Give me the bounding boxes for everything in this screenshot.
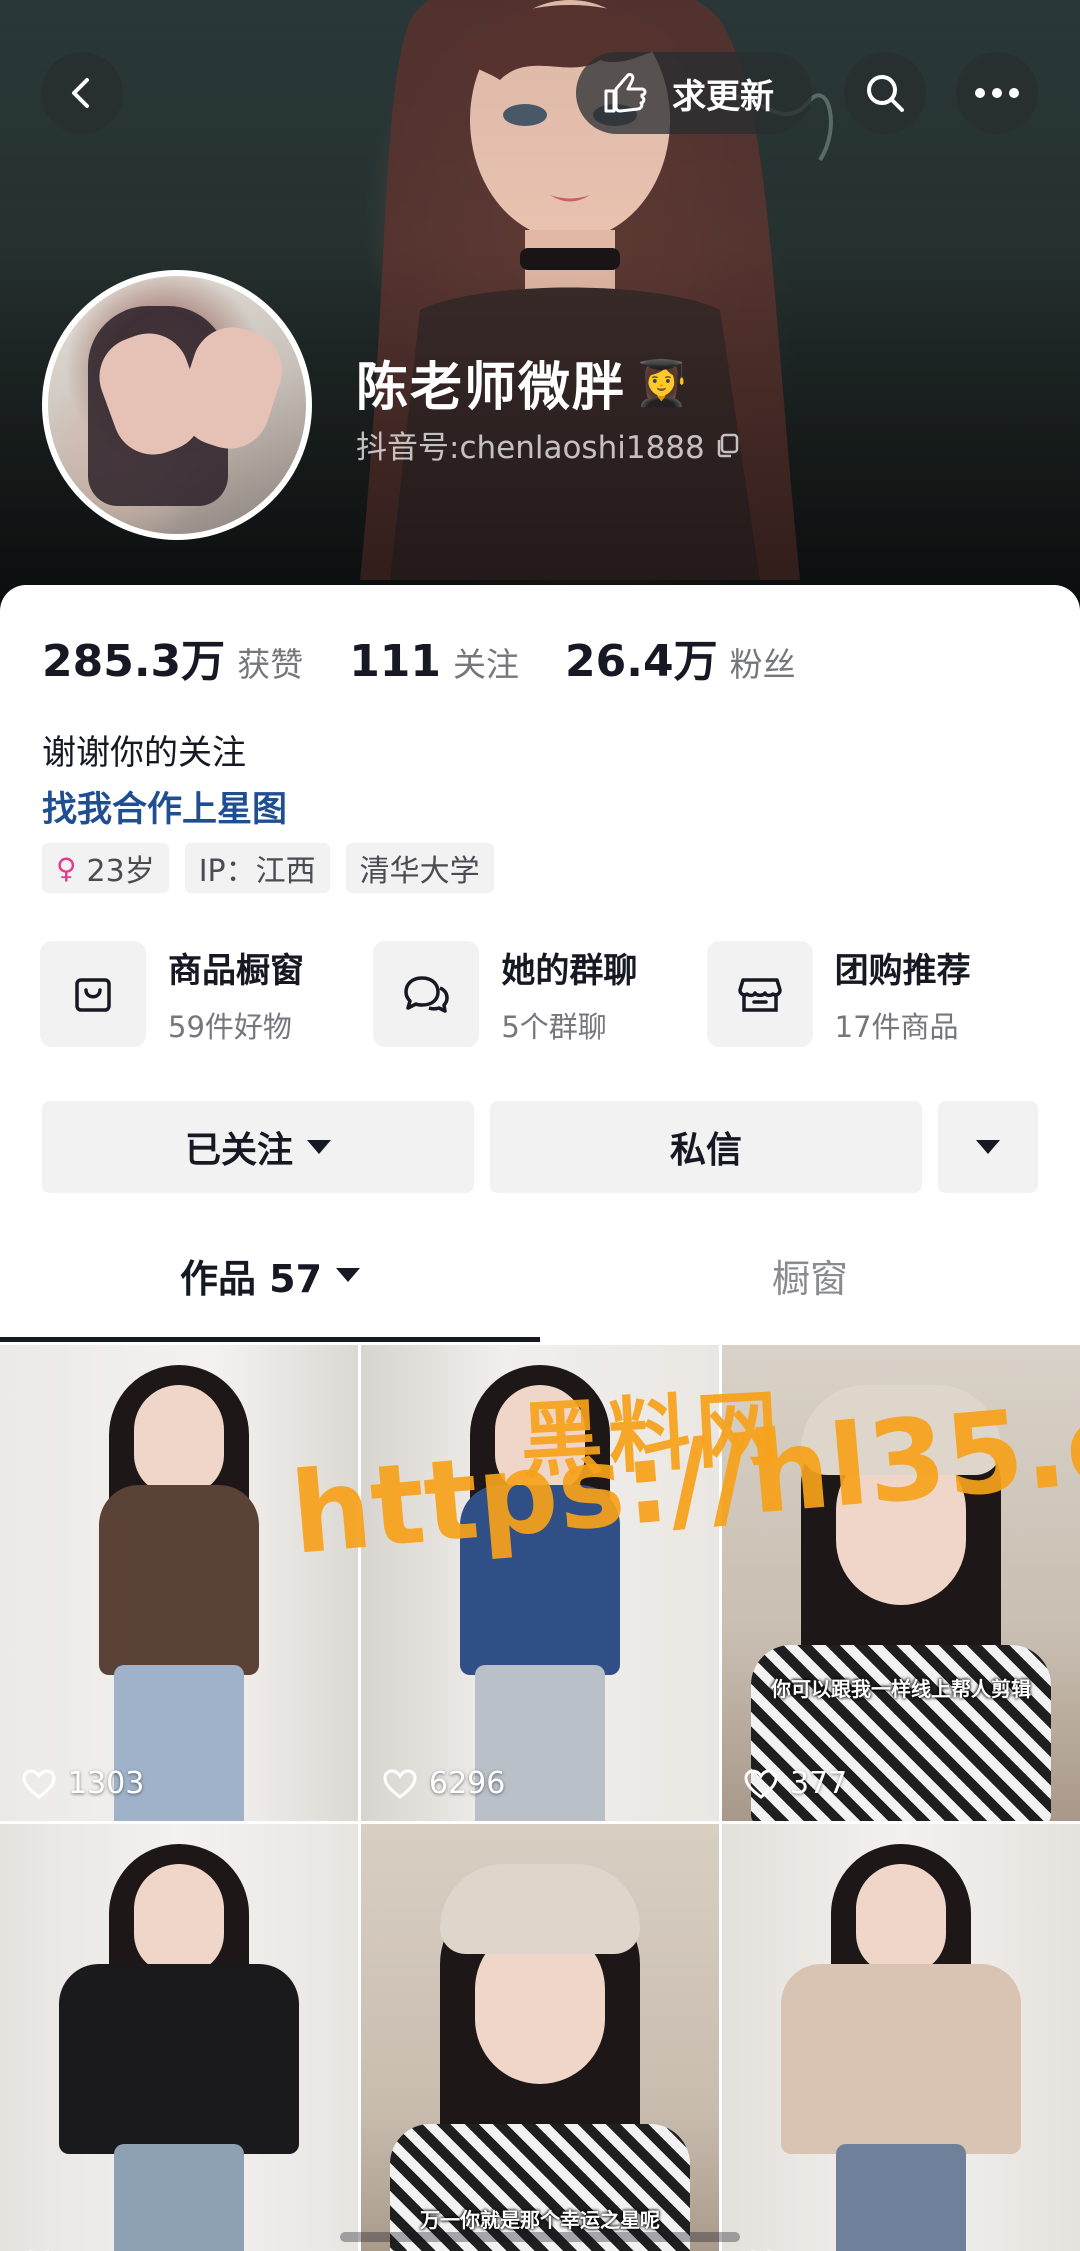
- search-icon: [867, 75, 904, 112]
- video-thumbnail[interactable]: [0, 1824, 358, 2251]
- figure-torso: [99, 1485, 259, 1675]
- action-buttons: 已关注 私信: [42, 1101, 1038, 1193]
- username: 陈老师微胖 👩‍🎓: [356, 345, 691, 420]
- followed-button[interactable]: 已关注: [42, 1101, 474, 1193]
- heart-icon: [744, 1768, 778, 1799]
- figure-cap: [440, 1864, 640, 1954]
- stats-row: 285.3万 获赞 111 关注 26.4万 粉丝: [42, 625, 842, 689]
- feature-group-title: 她的群聊: [501, 950, 638, 991]
- figure-head: [134, 1385, 224, 1495]
- feature-groupbuy-title: 团购推荐: [834, 950, 971, 991]
- copy-icon[interactable]: [715, 432, 741, 458]
- stat-following[interactable]: 111 关注: [349, 636, 519, 687]
- stat-likes-label: 获赞: [237, 645, 304, 684]
- stat-likes-value: 285.3万: [42, 636, 226, 687]
- search-button[interactable]: [844, 52, 926, 134]
- school-text: 清华大学: [359, 854, 480, 889]
- video-thumbnail[interactable]: [722, 1824, 1080, 2251]
- more-options-button[interactable]: [956, 52, 1038, 134]
- like-count: 1303: [22, 1766, 144, 1801]
- cooperation-link[interactable]: 找我合作上星图: [42, 781, 287, 832]
- back-button[interactable]: [41, 52, 123, 134]
- ip-tag: IP：江西: [184, 843, 330, 893]
- home-indicator: [340, 2232, 740, 2242]
- username-text: 陈老师微胖: [356, 358, 627, 418]
- tab-works[interactable]: 作品 57: [0, 1225, 540, 1325]
- heart-icon: [383, 1768, 417, 1799]
- stat-followers-label: 粉丝: [729, 645, 796, 684]
- douyin-id-text: 抖音号:chenlaoshi1888: [356, 430, 705, 466]
- request-update-button[interactable]: 求更新: [576, 52, 812, 134]
- like-count: 6296: [383, 1766, 505, 1801]
- profile-card: 285.3万 获赞 111 关注 26.4万 粉丝 谢谢你的关注 找我合作上星图…: [0, 585, 1080, 1345]
- bio-text: 谢谢你的关注: [42, 733, 246, 773]
- figure-head: [856, 1864, 946, 1974]
- message-button[interactable]: 私信: [490, 1101, 922, 1193]
- more-horizontal-icon: [975, 88, 1019, 98]
- heart-icon: [22, 1768, 56, 1799]
- teacher-emoji-icon: 👩‍🎓: [634, 357, 691, 409]
- like-count-text: 6296: [429, 1766, 506, 1801]
- pointing-hand-icon: [596, 65, 652, 121]
- caret-down-icon: [307, 1140, 331, 1154]
- figure-legs: [836, 2144, 966, 2251]
- feature-shop-title: 商品橱窗: [168, 950, 304, 991]
- shopping-bag-icon: [40, 941, 146, 1047]
- stat-followers-value: 26.4万: [565, 636, 718, 687]
- caret-down-icon: [976, 1140, 1000, 1154]
- age-tag: ♀ 23岁: [42, 843, 169, 893]
- chevron-left-icon: [72, 78, 89, 108]
- video-subtitle: 你可以跟我一样线上帮人剪辑: [771, 1677, 1031, 1701]
- like-count-text: 377: [790, 1766, 848, 1801]
- tab-active-indicator: [0, 1337, 540, 1342]
- tab-shop-window[interactable]: 橱窗: [540, 1225, 1080, 1325]
- feature-shop-subtitle: 59件好物: [168, 1009, 292, 1044]
- stat-followers[interactable]: 26.4万 粉丝: [565, 625, 796, 689]
- tab-window-label: 橱窗: [771, 1256, 848, 1301]
- store-icon: [706, 941, 813, 1047]
- female-icon: ♀: [56, 851, 77, 885]
- douyin-id: 抖音号:chenlaoshi1888: [356, 422, 741, 467]
- feature-group-buy[interactable]: 团购推荐 17件商品: [706, 941, 1040, 1047]
- figure-legs: [114, 2144, 244, 2251]
- feature-entries: 商品橱窗 59件好物 她的群聊 5个群聊 团购推荐 17件商品: [40, 941, 1040, 1047]
- followed-label: 已关注: [184, 1130, 293, 1171]
- school-tag[interactable]: 清华大学: [345, 843, 494, 893]
- request-update-label: 求更新: [672, 76, 774, 117]
- message-label: 私信: [669, 1130, 742, 1171]
- ip-text: IP：江西: [198, 854, 316, 889]
- stat-following-value: 111: [349, 636, 442, 687]
- like-count: 377: [744, 1766, 847, 1801]
- stat-following-label: 关注: [453, 645, 520, 684]
- caret-down-icon: [336, 1268, 361, 1282]
- avatar[interactable]: [42, 270, 312, 540]
- recommend-dropdown-button[interactable]: [938, 1101, 1038, 1193]
- like-count-text: 1303: [68, 1766, 145, 1801]
- group-chat-icon: [373, 941, 480, 1047]
- tab-works-label: 作品 57: [179, 1256, 323, 1301]
- age-text: 23岁: [86, 854, 155, 889]
- feature-groupbuy-subtitle: 17件商品: [834, 1009, 959, 1044]
- feature-group-subtitle: 5个群聊: [501, 1009, 607, 1044]
- figure-torso: [781, 1964, 1021, 2154]
- figure-head: [134, 1864, 224, 1974]
- figure-torso: [59, 1964, 299, 2154]
- content-tabs: 作品 57 橱窗: [0, 1225, 1080, 1325]
- feature-shop-window[interactable]: 商品橱窗 59件好物: [40, 941, 373, 1047]
- video-thumbnail[interactable]: 万一你就是那个幸运之星呢: [361, 1824, 719, 2251]
- feature-group-chat[interactable]: 她的群聊 5个群聊: [373, 941, 706, 1047]
- profile-tags: ♀ 23岁 IP：江西 清华大学: [42, 843, 510, 893]
- video-thumbnail[interactable]: 1303: [0, 1345, 358, 1821]
- stat-likes: 285.3万 获赞: [42, 625, 303, 689]
- video-subtitle: 万一你就是那个幸运之星呢: [420, 2208, 660, 2232]
